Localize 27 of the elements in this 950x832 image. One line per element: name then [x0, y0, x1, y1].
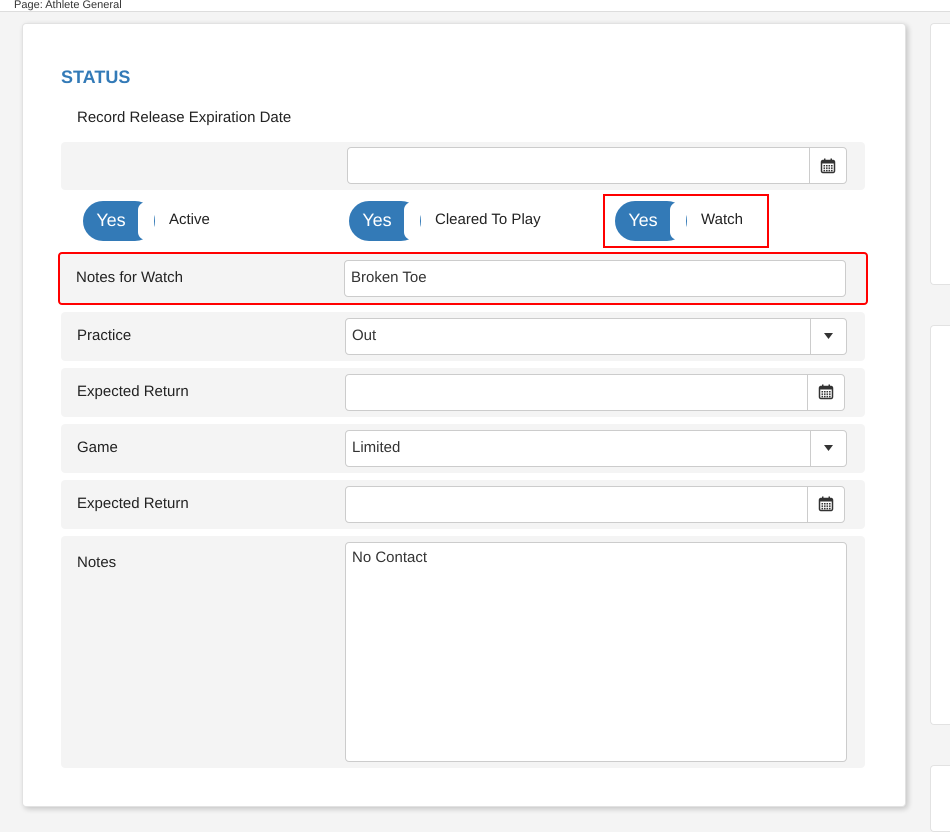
section-title: STATUS [61, 66, 132, 89]
dropdown[interactable]: Limited [345, 430, 847, 466]
caret-icon [824, 333, 833, 339]
field-label: Expected Return [77, 494, 190, 514]
toggle-label: Watch [701, 210, 743, 230]
date-field[interactable] [345, 486, 845, 522]
notes-textarea[interactable]: No Contact [345, 542, 847, 762]
caret-icon [824, 445, 833, 451]
calendar-icon [820, 158, 836, 174]
toggle-switch[interactable]: Yes [83, 200, 155, 240]
field-label: Practice [77, 326, 132, 346]
field-label: Record Release Expiration Date [76, 108, 292, 128]
calendar-icon [818, 496, 834, 512]
toggle-switch[interactable]: Yes [349, 200, 421, 240]
toggle-label: Active [169, 210, 210, 230]
date-field[interactable] [347, 147, 847, 184]
field-label: Game [77, 438, 119, 458]
field-label: Expected Return [77, 382, 190, 402]
toggle-switch[interactable]: Yes [615, 200, 687, 240]
toggle-label: Cleared To Play [435, 210, 541, 230]
date-field[interactable] [345, 374, 845, 410]
field-label: Notes for Watch [76, 268, 184, 288]
dropdown[interactable]: Out [345, 318, 847, 354]
page-label: Page: Athlete General [14, 0, 122, 11]
text-input[interactable]: Broken Toe [344, 260, 846, 296]
calendar-icon [818, 384, 834, 400]
field-label: Notes [77, 552, 118, 572]
